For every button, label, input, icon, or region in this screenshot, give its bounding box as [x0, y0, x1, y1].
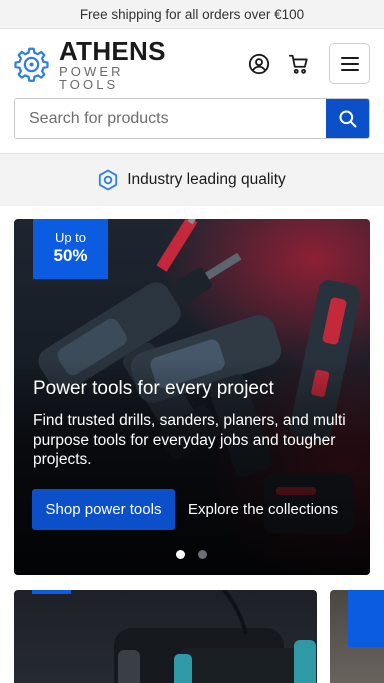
next-slide-card[interactable] [14, 590, 317, 683]
gear-logo-icon [14, 47, 49, 82]
hero-slideshow: Up to 50% Power tools for every project … [14, 219, 370, 575]
explore-collections-link[interactable]: Explore the collections [188, 501, 338, 518]
cart-button[interactable] [286, 51, 312, 77]
hamburger-menu-icon [340, 56, 359, 71]
discount-badge: Up to 50% [33, 219, 108, 279]
menu-button[interactable] [329, 43, 370, 84]
search-icon [339, 110, 356, 127]
brand-logo[interactable]: ATHENS POWER TOOLS [13, 38, 183, 91]
hero-description: Find trusted drills, sanders, planers, a… [33, 412, 346, 468]
third-slide-card[interactable] [330, 590, 384, 683]
user-circle-icon [248, 53, 270, 75]
site-header: ATHENS POWER TOOLS [0, 29, 384, 99]
slide-dot-2[interactable] [198, 550, 207, 559]
hero-title: Power tools for every project [33, 378, 274, 399]
hexagon-icon [99, 169, 118, 191]
slide-indicators [176, 550, 220, 559]
shopping-cart-icon [288, 54, 308, 74]
tool-product-image [114, 590, 316, 683]
badge-value: 50% [53, 246, 88, 266]
usp-text: Industry leading quality [127, 171, 286, 188]
usp-bar: Industry leading quality [0, 153, 384, 206]
search-input[interactable] [15, 99, 326, 138]
third-slide-badge [348, 590, 384, 647]
brand-name: ATHENS [59, 35, 166, 66]
announcement-bar: Free shipping for all orders over €100 [0, 0, 384, 29]
account-button[interactable] [246, 51, 272, 77]
search-bar [14, 98, 370, 139]
shop-power-tools-button[interactable]: Shop power tools [32, 489, 175, 530]
slide-dot-1[interactable] [176, 550, 185, 559]
badge-prefix: Up to [54, 229, 87, 245]
announcement-text: Free shipping for all orders over €100 [79, 6, 305, 22]
brand-tagline: POWER TOOLS [59, 63, 124, 92]
search-button[interactable] [326, 99, 369, 138]
